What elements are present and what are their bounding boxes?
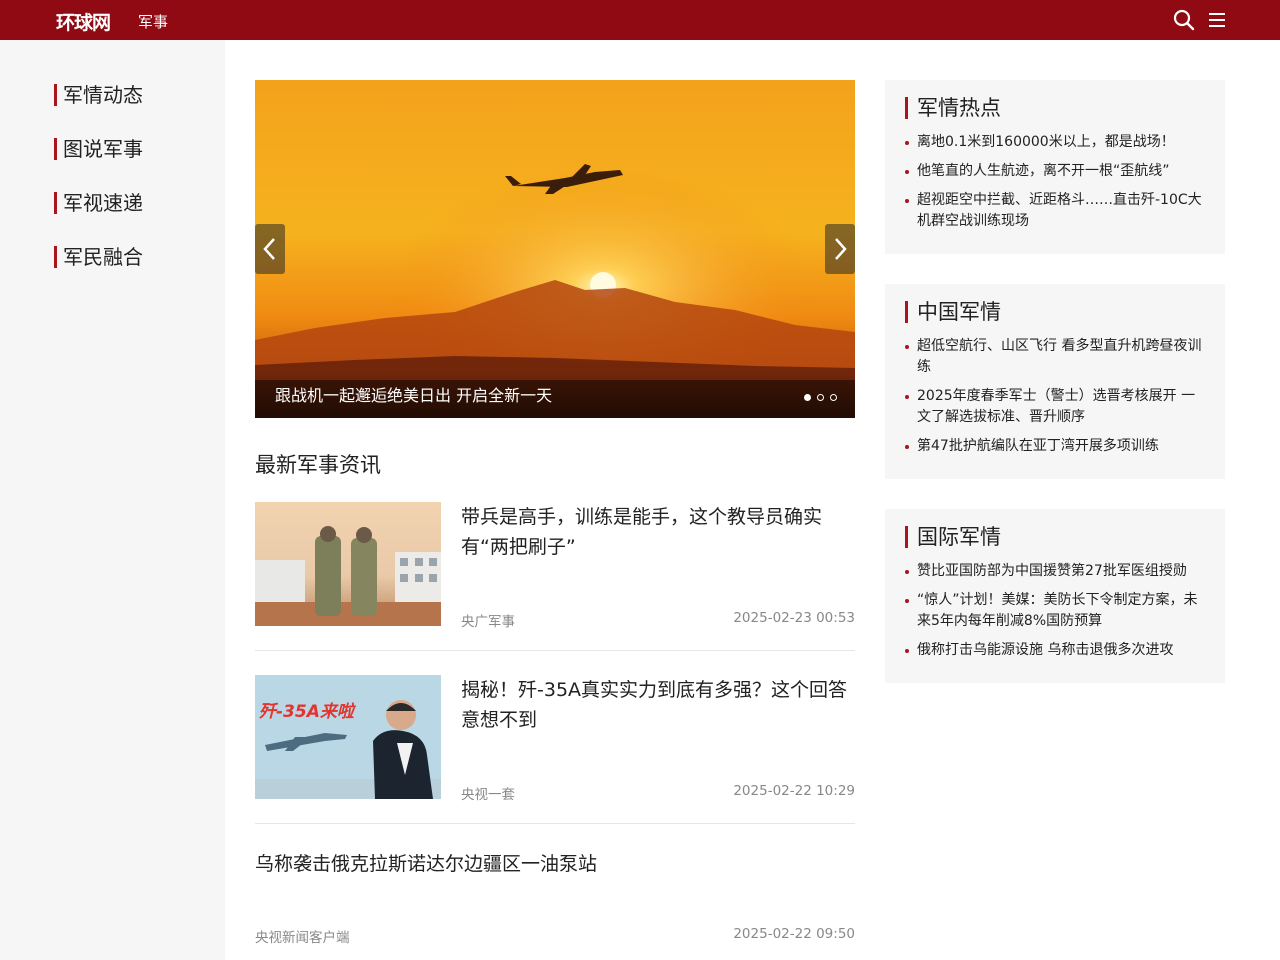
sidebar-item-photo-military[interactable]: 图说军事 — [54, 138, 143, 160]
list-item[interactable]: 第47批护航编队在亚丁湾开展多项训练 — [905, 436, 1205, 457]
list-item[interactable]: 2025年度春季军士（警士）选晋考核展开 一文了解选拔标准、晋升顺序 — [905, 386, 1205, 428]
box-title[interactable]: 中国军情 — [905, 301, 1001, 323]
news-source: 央视一套 — [461, 787, 515, 803]
news-title[interactable]: 乌称袭击俄克拉斯诺达尔边疆区一油泵站 — [255, 849, 855, 879]
divider — [255, 650, 855, 651]
chevron-left-icon — [263, 238, 275, 260]
list-item[interactable]: 超低空航行、山区飞行 看多型直升机跨昼夜训练 — [905, 336, 1205, 378]
headline-list: 赞比亚国防部为中国援赞第27批军医组授勋 “惊人”计划！美媒：美防长下令制定方案… — [905, 561, 1205, 669]
box-title[interactable]: 军情热点 — [905, 97, 1001, 119]
channel-link-military[interactable]: 军事 — [138, 11, 168, 32]
news-thumbnail[interactable] — [255, 502, 441, 626]
list-item[interactable]: 他笔直的人生航迹，离不开一根“歪航线” — [905, 161, 1205, 182]
headline-list: 离地0.1米到160000米以上，都是战场！ 他笔直的人生航迹，离不开一根“歪航… — [905, 132, 1205, 240]
divider — [255, 823, 855, 824]
headline-list: 超低空航行、山区飞行 看多型直升机跨昼夜训练 2025年度春季军士（警士）选晋考… — [905, 336, 1205, 465]
list-item[interactable]: 俄称打击乌能源设施 乌称击退俄多次进攻 — [905, 640, 1205, 661]
carousel-dot-3[interactable] — [830, 394, 837, 401]
thumbnail-overlay-text: 歼-35A来啦 — [259, 702, 354, 722]
carousel-dot-1[interactable] — [804, 394, 811, 401]
news-time: 2025-02-23 00:53 — [733, 610, 855, 626]
search-icon[interactable] — [1173, 9, 1195, 31]
sunrise-jet-image — [255, 80, 855, 418]
international-military-box: 国际军情 赞比亚国防部为中国援赞第27批军医组授勋 “惊人”计划！美媒：美防长下… — [885, 509, 1225, 683]
carousel-next-button[interactable] — [825, 224, 855, 274]
news-item[interactable]: 歼-35A来啦 揭秘！歼-35A真实实力到底有多强？这个回答意想不到 央视一套 … — [255, 675, 855, 803]
sidebar-item-military-news[interactable]: 军情动态 — [54, 84, 143, 106]
hot-military-box: 军情热点 离地0.1米到160000米以上，都是战场！ 他笔直的人生航迹，离不开… — [885, 80, 1225, 254]
news-title[interactable]: 揭秘！歼-35A真实实力到底有多强？这个回答意想不到 — [461, 675, 855, 735]
news-source: 央视新闻客户端 — [255, 930, 350, 946]
top-navigation-bar: 环球网 军事 — [0, 0, 1280, 40]
news-thumbnail[interactable]: 歼-35A来啦 — [255, 675, 441, 799]
list-item[interactable]: 超视距空中拦截、近距格斗……直击歼-10C大机群空战训练现场 — [905, 190, 1205, 232]
hero-carousel[interactable]: 跟战机一起邂逅绝美日出 开启全新一天 — [255, 80, 855, 418]
chevron-right-icon — [835, 238, 847, 260]
news-title[interactable]: 带兵是高手，训练是能手，这个教导员确实有“两把刷子” — [461, 502, 855, 562]
box-title[interactable]: 国际军情 — [905, 526, 1001, 548]
sidebar-item-military-video[interactable]: 军视速递 — [54, 192, 143, 214]
list-item[interactable]: “惊人”计划！美媒：美防长下令制定方案，未来5年内每年削减8%国防预算 — [905, 590, 1205, 632]
list-item[interactable]: 赞比亚国防部为中国援赞第27批军医组授勋 — [905, 561, 1205, 582]
carousel-prev-button[interactable] — [255, 224, 285, 274]
news-item[interactable]: 带兵是高手，训练是能手，这个教导员确实有“两把刷子” 央广军事 2025-02-… — [255, 502, 855, 630]
left-sidebar: 军情动态 图说军事 军视速递 军民融合 — [0, 40, 225, 960]
carousel-dot-2[interactable] — [817, 394, 824, 401]
sidebar-item-civil-military[interactable]: 军民融合 — [54, 246, 143, 268]
news-time: 2025-02-22 10:29 — [733, 783, 855, 799]
section-title-latest-news: 最新军事资讯 — [255, 453, 381, 477]
carousel-caption[interactable]: 跟战机一起邂逅绝美日出 开启全新一天 — [275, 382, 552, 406]
news-item[interactable]: 乌称袭击俄克拉斯诺达尔边疆区一油泵站 央视新闻客户端 2025-02-22 09… — [255, 849, 855, 946]
menu-icon[interactable] — [1206, 9, 1228, 31]
list-item[interactable]: 离地0.1米到160000米以上，都是战场！ — [905, 132, 1205, 153]
carousel-dots — [804, 394, 837, 401]
news-time: 2025-02-22 09:50 — [733, 926, 855, 942]
news-source: 央广军事 — [461, 614, 515, 630]
site-logo[interactable]: 环球网 — [56, 8, 111, 35]
china-military-box: 中国军情 超低空航行、山区飞行 看多型直升机跨昼夜训练 2025年度春季军士（警… — [885, 284, 1225, 479]
